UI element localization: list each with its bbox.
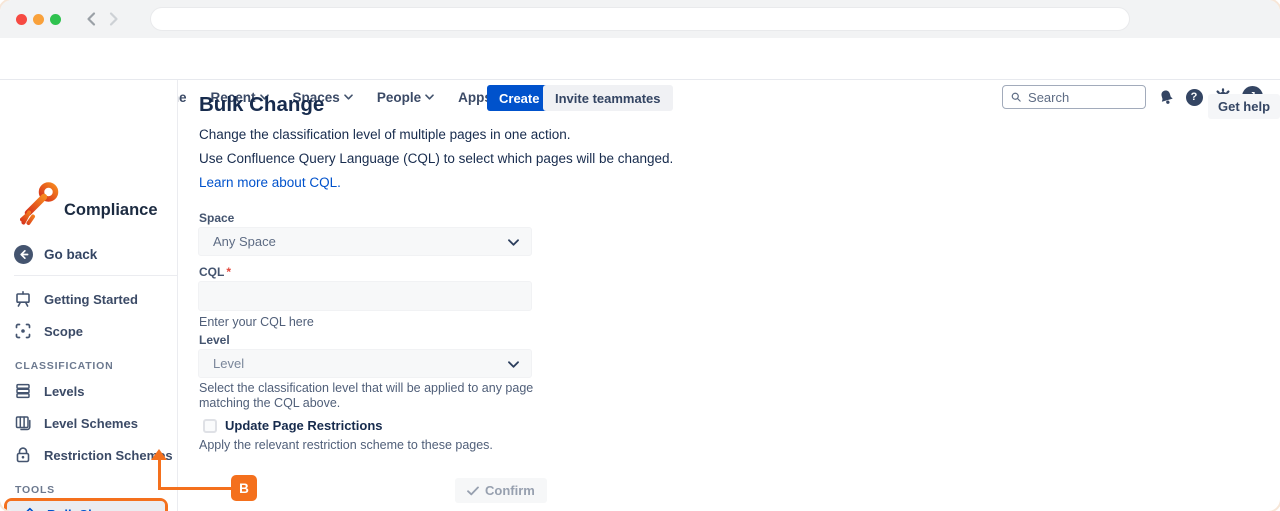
space-field-label: Space [199,211,234,225]
browser-forward-icon[interactable] [105,11,121,32]
annotation-arrow-line-vertical [158,459,161,490]
browser-chrome [0,0,1280,38]
bell-icon[interactable] [1156,87,1176,107]
key-logo-icon [20,180,60,233]
cql-helper-text: Enter your CQL here [199,315,314,330]
learn-more-cql-link[interactable]: Learn more about CQL. [199,175,341,190]
sidebar-item-scope[interactable]: Scope [0,316,178,346]
browser-back-icon[interactable] [84,11,100,32]
address-bar[interactable] [150,7,1130,31]
classification-section-header: CLASSIFICATION [15,360,114,372]
update-restrictions-checkbox[interactable] [203,419,217,433]
checkmark-icon [467,486,479,496]
help-icon[interactable]: ? [1184,87,1204,107]
sidebar-item-getting-started[interactable]: Getting Started [0,284,178,314]
tools-section-header: TOOLS [15,484,55,496]
search-icon [1010,90,1022,104]
annotation-badge-b: B [231,475,257,501]
chevron-down-icon [508,233,519,251]
sidebar-item-levels[interactable]: Levels [0,376,178,406]
invite-teammates-button[interactable]: Invite teammates [543,85,673,111]
confirm-button[interactable]: Confirm [455,478,547,503]
sidebar-item-level-schemes[interactable]: Level Schemes [0,408,178,438]
level-select[interactable]: Level [198,349,532,378]
create-button[interactable]: Create [487,85,551,111]
nav-item-people[interactable]: People [377,90,434,105]
level-schemes-icon [14,414,32,432]
search-box[interactable] [1002,85,1146,109]
chevron-down-icon [425,94,434,100]
pencil-icon [17,505,35,511]
window-zoom-button[interactable] [50,14,61,25]
go-back-button[interactable]: Go back [14,245,97,264]
space-select[interactable]: Any Space [198,227,532,256]
window-close-button[interactable] [16,14,27,25]
chevron-down-icon [344,94,353,100]
page-title: Bulk Change [199,93,324,117]
annotation-highlight-box: Bulk Change [4,498,168,511]
levels-stack-icon [14,382,32,400]
search-input[interactable] [1028,90,1138,105]
easel-icon [14,290,32,308]
intro-text-1: Change the classification level of multi… [199,127,570,142]
app-window: Confluence Home Recent Spaces People App… [0,0,1280,511]
sidebar-divider [14,275,178,276]
back-arrow-icon [14,245,33,264]
intro-text-2: Use Confluence Query Language (CQL) to s… [199,151,673,166]
scope-icon [14,322,32,340]
required-asterisk: * [226,265,231,279]
chevron-down-icon [508,355,519,373]
update-restrictions-label[interactable]: Update Page Restrictions [225,418,383,433]
cql-field-label: CQL* [199,265,231,279]
sidebar: Compliance Go back Getting Started [0,80,178,511]
cql-input[interactable] [198,281,532,311]
top-navbar: Confluence Home Recent Spaces People App… [0,38,1280,80]
level-helper-text: Select the classification level that wil… [199,381,539,411]
annotation-arrow-line-horizontal [158,487,232,490]
get-help-button[interactable]: Get help [1208,94,1280,119]
lock-icon [14,446,32,464]
window-minimize-button[interactable] [33,14,44,25]
app-name: Compliance [64,201,158,220]
sidebar-item-bulk-change[interactable]: Bulk Change [7,501,165,511]
checkbox-helper-text: Apply the relevant restriction scheme to… [199,438,493,453]
level-field-label: Level [199,333,230,347]
